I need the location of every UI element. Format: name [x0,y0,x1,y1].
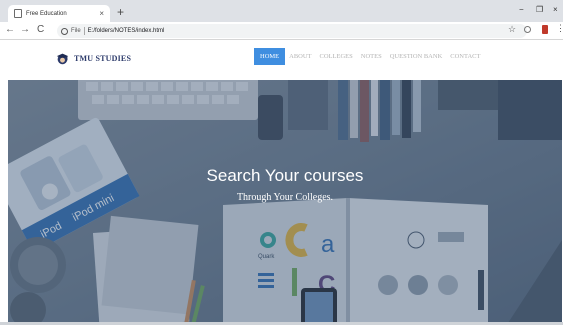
nav-about[interactable]: ABOUT [285,48,315,65]
nav-contact[interactable]: CONTACT [446,48,484,65]
nav-home[interactable]: HOME [254,48,286,65]
scheme-label: File [71,28,81,34]
nav-colleges[interactable]: COLLEGES [316,48,357,65]
page-icon [14,9,22,18]
reload-icon[interactable]: C [37,24,44,36]
address-bar[interactable]: File E:/folders/NOTES/index.html [57,24,527,38]
nav-question-bank[interactable]: QUESTION BANK [386,48,447,65]
brand-name: TMU STUDIES [74,54,132,63]
tab-title: Free Education [26,10,67,17]
minimize-icon[interactable]: − [519,6,524,14]
hero-title: Search Your courses [206,166,364,185]
site-navbar: TMU STUDIES HOME ABOUT COLLEGES NOTES QU… [0,40,563,80]
info-icon[interactable] [61,27,68,35]
nav-notes[interactable]: NOTES [357,48,386,65]
extension-icon[interactable] [542,25,548,34]
extension-icon[interactable] [524,26,531,33]
divider [83,27,85,35]
maximize-icon[interactable]: ❐ [536,6,543,14]
browser-tab-strip: Free Education × + − ❐ × [0,0,563,22]
hero-banner: iPod iPod mini Quark a C Search Your cou… [8,80,562,323]
back-icon[interactable]: ← [5,24,15,36]
forward-icon[interactable]: → [20,24,30,36]
browser-tab[interactable]: Free Education × [8,5,110,22]
graduation-cap-icon [56,53,69,65]
brand-logo[interactable]: TMU STUDIES [56,52,131,65]
main-menu: HOME ABOUT COLLEGES NOTES QUESTION BANK … [254,48,484,65]
window-close-icon[interactable]: × [553,6,558,14]
bookmark-star-icon[interactable]: ☆ [508,25,516,34]
close-tab-icon[interactable]: × [99,9,104,18]
browser-menu-icon[interactable]: ⋮ [556,24,563,33]
browser-toolbar: ← → C File E:/folders/NOTES/index.html ☆… [0,22,563,40]
url-text[interactable]: E:/folders/NOTES/index.html [88,28,165,34]
new-tab-icon[interactable]: + [117,6,124,18]
hero-subtitle: Through Your Colleges. [236,192,334,203]
